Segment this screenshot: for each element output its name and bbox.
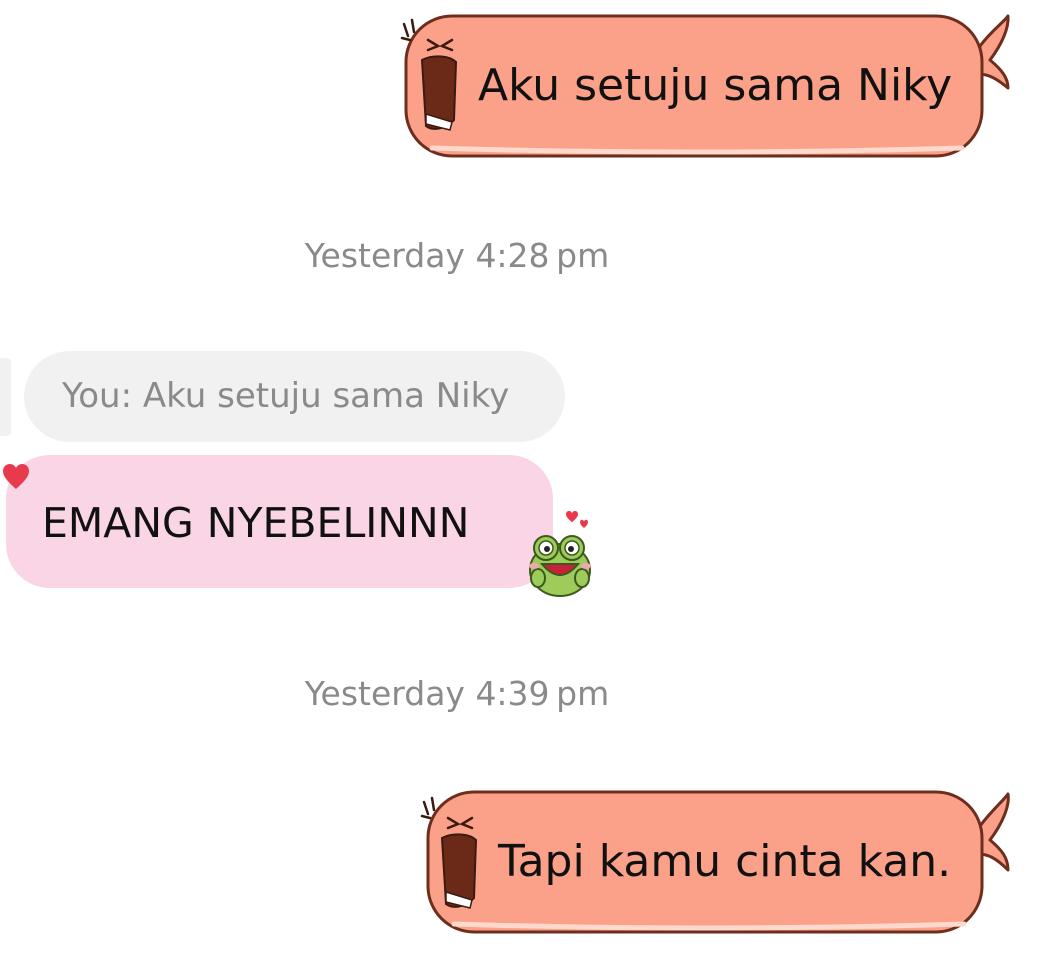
sent-message-2[interactable]: Tapi kamu cinta kan. (414, 786, 1014, 938)
message-text: EMANG NYEBELINNN (42, 499, 470, 547)
reply-quote[interactable]: You: Aku setuju sama Niky (24, 351, 565, 442)
frog-sticker-icon[interactable] (526, 504, 594, 598)
timestamp: Yesterday 4:39 pm (304, 674, 610, 713)
shouting-mouth-icon (420, 796, 478, 909)
received-message[interactable]: EMANG NYEBELINNN (6, 455, 553, 588)
reply-quote-text: You: Aku setuju sama Niky (62, 376, 510, 416)
sent-message-1[interactable]: Aku setuju sama Niky (392, 8, 1012, 160)
reply-indicator-bar (0, 358, 11, 436)
message-text: Tapi kamu cinta kan. (498, 836, 952, 887)
heart-icon[interactable] (1, 462, 31, 492)
message-text: Aku setuju sama Niky (478, 60, 953, 111)
timestamp: Yesterday 4:28 pm (304, 236, 610, 275)
shouting-mouth-icon (400, 18, 458, 131)
